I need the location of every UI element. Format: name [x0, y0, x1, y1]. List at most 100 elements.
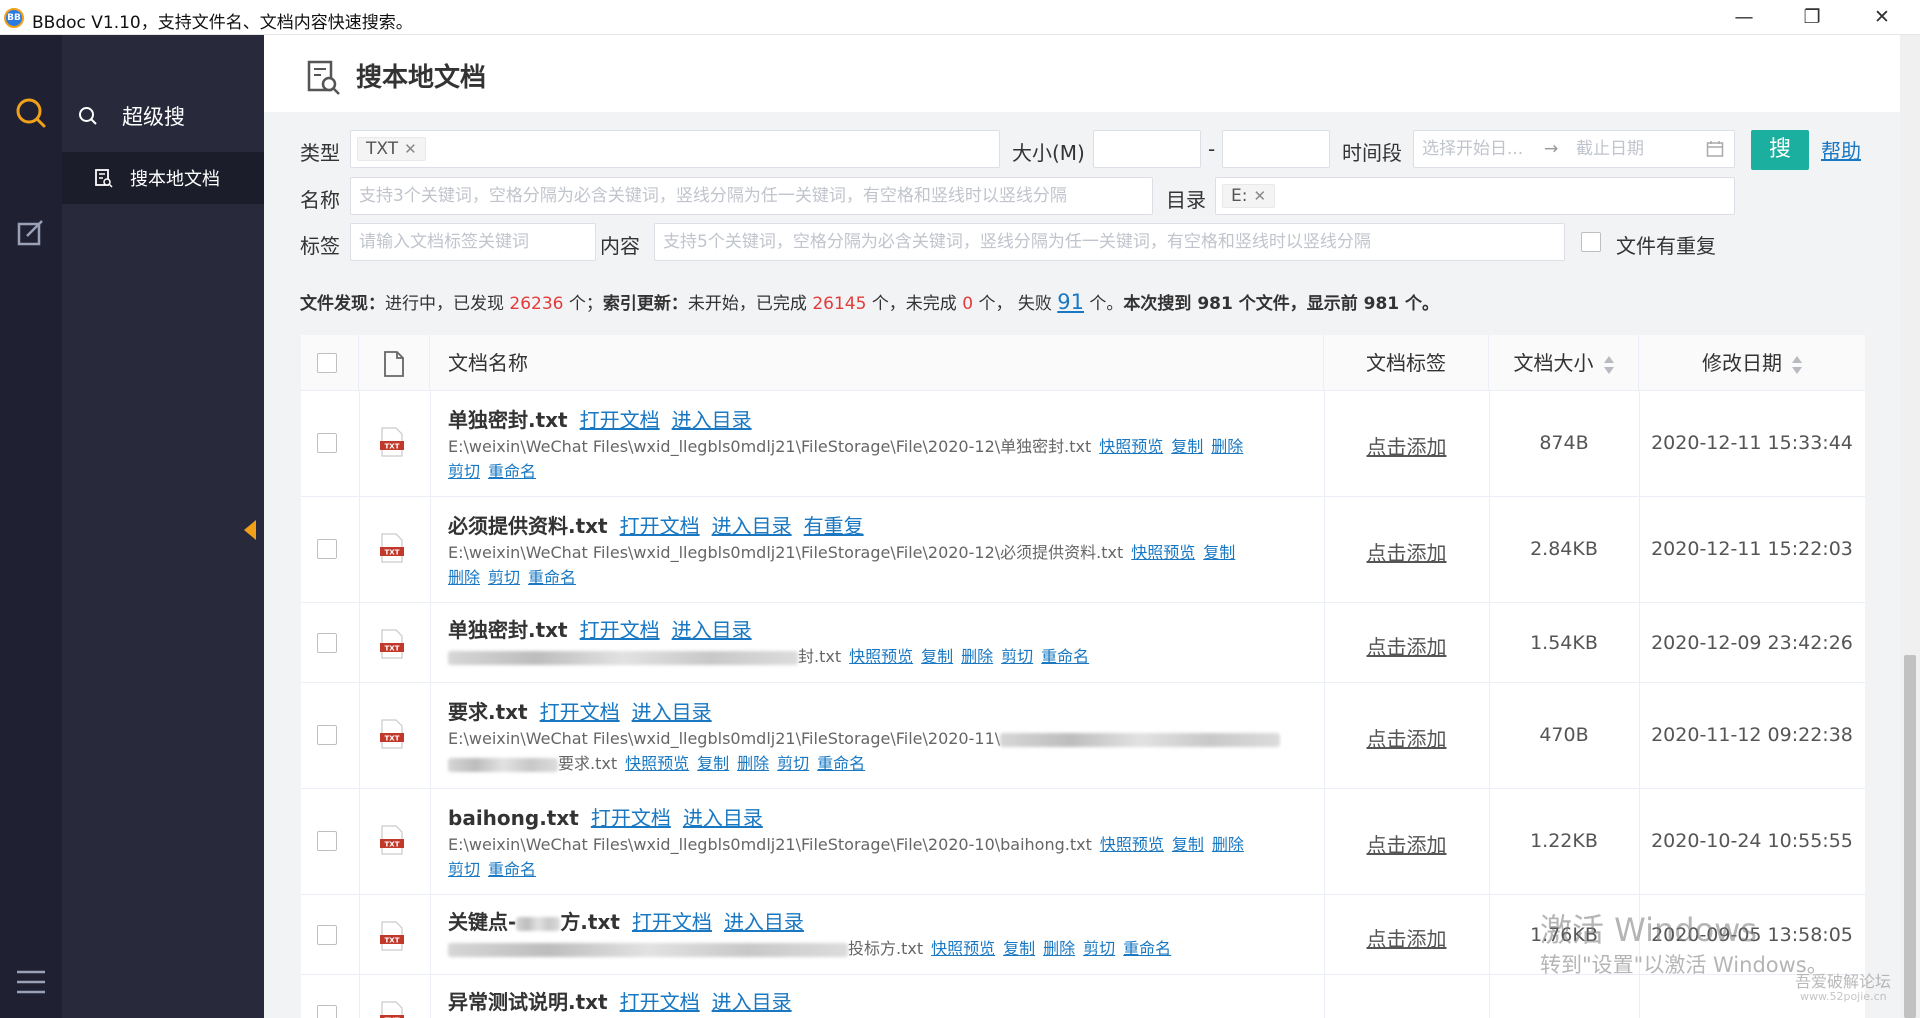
name-input[interactable]: 支持3个关键词，空格分隔为必含关键词，竖线分隔为任一关键词，有空格和竖线时以竖线… [350, 177, 1153, 215]
close-button[interactable]: ✕ [1860, 4, 1904, 30]
content-input[interactable]: 支持5个关键词，空格分隔为必含关键词，竖线分隔为任一关键词，有空格和竖线时以竖线… [654, 223, 1565, 261]
row-checkbox[interactable] [317, 725, 337, 745]
copy-link[interactable]: 复制 [1171, 437, 1203, 456]
select-all-checkbox[interactable] [317, 353, 337, 373]
table-row[interactable]: TXT 必须提供资料.txt 打开文档 进入目录 有重复 E:\weixin\WeCh… [301, 497, 1865, 603]
close-icon[interactable]: ✕ [404, 140, 417, 158]
row-checkbox[interactable] [317, 831, 337, 851]
delete-link[interactable]: 删除 [737, 754, 769, 773]
duplicate-link[interactable]: 有重复 [804, 514, 864, 538]
help-link[interactable]: 帮助 [1821, 135, 1861, 164]
add-tag-link[interactable]: 点击添加 [1324, 923, 1489, 952]
search-button[interactable]: 搜 [1751, 130, 1809, 170]
preview-link[interactable]: 快照预览 [849, 647, 913, 666]
add-tag-link[interactable]: 点击添加 [1324, 829, 1489, 858]
scrollbar-thumb[interactable] [1904, 655, 1916, 1018]
row-checkbox[interactable] [317, 925, 337, 945]
date-start-input[interactable]: 选择开始日... [1422, 139, 1523, 159]
open-doc-link[interactable]: 打开文档 [620, 514, 700, 538]
table-row[interactable]: TXT 异常测试说明.txt 打开文档进入目录 [301, 975, 1865, 1018]
close-icon[interactable]: ✕ [1253, 187, 1266, 205]
delete-link[interactable]: 删除 [961, 647, 993, 666]
tag-input[interactable]: 请输入文档标签关键词 [350, 223, 596, 261]
preview-link[interactable]: 快照预览 [931, 939, 995, 958]
sort-icon[interactable] [1792, 355, 1802, 375]
rename-link[interactable]: 重命名 [528, 568, 576, 587]
copy-link[interactable]: 复制 [697, 754, 729, 773]
type-tag[interactable]: TXT ✕ [357, 137, 426, 161]
delete-link[interactable]: 删除 [1212, 835, 1244, 854]
add-tag-link[interactable]: 点击添加 [1324, 631, 1489, 660]
rename-link[interactable]: 重命名 [488, 860, 536, 879]
table-row[interactable]: TXT baihong.txt 打开文档 进入目录 E:\weixin\WeChat… [301, 789, 1865, 895]
enter-dir-link[interactable]: 进入目录 [672, 618, 752, 642]
row-checkbox[interactable] [317, 633, 337, 653]
table-row[interactable]: TXT 单独密封.txt 打开文档 进入目录 封.txt 快照预览 复制 删除 剪切 重命名 … [301, 603, 1865, 683]
table-row[interactable]: TXT 单独密封.txt 打开文档 进入目录 E:\weixin\WeChat Fi… [301, 391, 1865, 497]
open-doc-link[interactable]: 打开文档 [580, 408, 660, 432]
rename-link[interactable]: 重命名 [817, 754, 865, 773]
enter-dir-link[interactable]: 进入目录 [712, 990, 792, 1014]
preview-link[interactable]: 快照预览 [625, 754, 689, 773]
open-doc-link[interactable]: 打开文档 [540, 700, 620, 724]
menu-icon[interactable] [15, 967, 47, 997]
rename-link[interactable]: 重命名 [1041, 647, 1089, 666]
collapse-arrow-icon[interactable] [244, 520, 256, 540]
enter-dir-link[interactable]: 进入目录 [724, 910, 804, 934]
copy-link[interactable]: 复制 [1003, 939, 1035, 958]
add-tag-link[interactable]: 点击添加 [1324, 431, 1489, 460]
index-failed-link[interactable]: 91 [1057, 290, 1084, 314]
table-row[interactable]: TXT 要求.txt 打开文档 进入目录 E:\weixin\WeChat File… [301, 683, 1865, 789]
cut-link[interactable]: 剪切 [777, 754, 809, 773]
search-icon[interactable] [15, 97, 47, 129]
copy-link[interactable]: 复制 [1172, 835, 1204, 854]
file-path-suffix: 要求.txt [558, 754, 618, 773]
window-title: BBdoc V1.10，支持文件名、文档内容快速搜索。 [32, 13, 413, 33]
add-tag-link[interactable]: 点击添加 [1324, 537, 1489, 566]
open-doc-link[interactable]: 打开文档 [620, 990, 700, 1014]
cut-link[interactable]: 剪切 [1083, 939, 1115, 958]
date-range-picker[interactable]: 选择开始日... → 截止日期 [1413, 130, 1735, 168]
scrollbar[interactable] [1900, 35, 1920, 1018]
open-doc-link[interactable]: 打开文档 [591, 806, 671, 830]
enter-dir-link[interactable]: 进入目录 [683, 806, 763, 830]
type-select[interactable]: TXT ✕ [350, 130, 1000, 168]
edit-icon[interactable] [16, 218, 46, 248]
dir-tag[interactable]: E: ✕ [1222, 184, 1276, 208]
open-doc-link[interactable]: 打开文档 [632, 910, 712, 934]
cut-link[interactable]: 剪切 [488, 568, 520, 587]
delete-link[interactable]: 删除 [1211, 437, 1243, 456]
sort-icon[interactable] [1603, 355, 1614, 375]
open-doc-link[interactable]: 打开文档 [580, 618, 660, 642]
preview-link[interactable]: 快照预览 [1099, 437, 1163, 456]
rename-link[interactable]: 重命名 [1123, 939, 1171, 958]
row-checkbox[interactable] [317, 1005, 337, 1018]
maximize-button[interactable]: ❐ [1790, 4, 1834, 30]
delete-link[interactable]: 删除 [448, 568, 480, 587]
duplicate-checkbox[interactable] [1581, 232, 1601, 252]
cut-link[interactable]: 剪切 [448, 860, 480, 879]
size-max-input[interactable] [1222, 130, 1330, 168]
cut-link[interactable]: 剪切 [1001, 647, 1033, 666]
delete-link[interactable]: 删除 [1043, 939, 1075, 958]
header-date[interactable]: 修改日期 [1639, 335, 1865, 391]
preview-link[interactable]: 快照预览 [1131, 543, 1195, 562]
row-checkbox[interactable] [317, 539, 337, 559]
date-end-input[interactable]: 截止日期 [1576, 131, 1644, 167]
copy-link[interactable]: 复制 [921, 647, 953, 666]
size-min-input[interactable] [1093, 130, 1201, 168]
add-tag-link[interactable]: 点击添加 [1324, 723, 1489, 752]
nav-header[interactable]: 超级搜 [78, 101, 185, 131]
enter-dir-link[interactable]: 进入目录 [712, 514, 792, 538]
copy-link[interactable]: 复制 [1203, 543, 1235, 562]
nav-item-local-docs[interactable]: 搜本地文档 [62, 152, 264, 204]
minimize-button[interactable]: — [1722, 4, 1766, 30]
row-checkbox[interactable] [317, 433, 337, 453]
cut-link[interactable]: 剪切 [448, 462, 480, 481]
rename-link[interactable]: 重命名 [488, 462, 536, 481]
enter-dir-link[interactable]: 进入目录 [672, 408, 752, 432]
enter-dir-link[interactable]: 进入目录 [632, 700, 712, 724]
preview-link[interactable]: 快照预览 [1100, 835, 1164, 854]
header-size[interactable]: 文档大小 [1489, 335, 1639, 391]
dir-select[interactable]: E: ✕ [1215, 177, 1735, 215]
